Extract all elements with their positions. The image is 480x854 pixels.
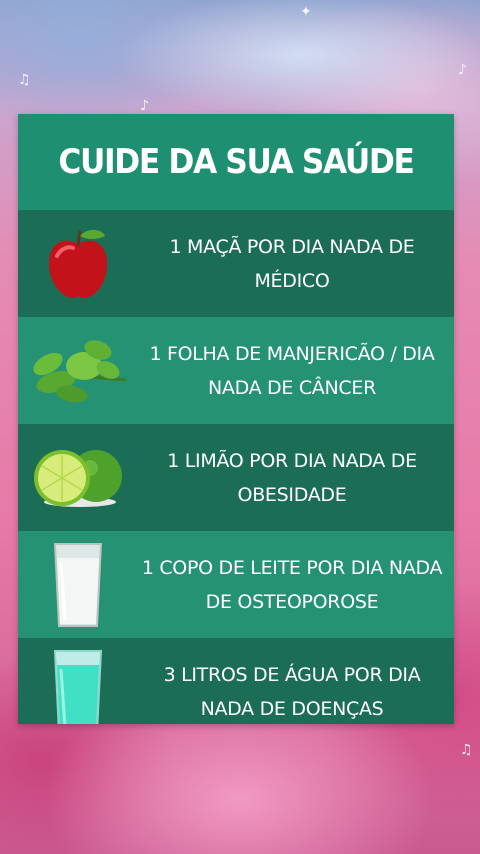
- lime-icon: [34, 449, 122, 507]
- tip-text: 1 LIMÃO POR DIA NADA DE OBESIDADE: [167, 449, 417, 506]
- page-title: CUIDE DA SUA SAÚDE: [58, 142, 414, 182]
- tip-text: 3 LITROS DE ÁGUA POR DIA NADA DE DOENÇAS: [163, 663, 421, 720]
- apple-icon: [49, 229, 107, 298]
- tip-text: 1 FOLHA DE MANJERICÃO / DIA NADA DE CÂNC…: [149, 342, 435, 399]
- water-glass-icon: [53, 649, 103, 724]
- tip-text: 1 MAÇÃ POR DIA NADA DE MÉDICO: [169, 235, 415, 292]
- music-note-icon: ♪: [140, 98, 149, 114]
- music-note-icon: ♫: [18, 72, 31, 88]
- music-note-icon: ♪: [458, 62, 467, 78]
- health-tips-card: CUIDE DA SUA SAÚDE 1 MAÇÃ POR DIA NADA D…: [18, 114, 454, 724]
- list-item: 1 COPO DE LEITE POR DIA NADA DE OSTEOPOR…: [18, 531, 454, 638]
- music-note-icon: ♫: [460, 742, 473, 758]
- list-item: 1 FOLHA DE MANJERICÃO / DIA NADA DE CÂNC…: [18, 317, 454, 424]
- milk-glass-icon: [53, 542, 103, 627]
- title-bar: CUIDE DA SUA SAÚDE: [18, 114, 454, 210]
- basil-leaf-icon: [33, 339, 127, 402]
- list-item: 1 MAÇÃ POR DIA NADA DE MÉDICO: [18, 210, 454, 317]
- tip-text: 1 COPO DE LEITE POR DIA NADA DE OSTEOPOR…: [141, 556, 443, 613]
- list-item: 3 LITROS DE ÁGUA POR DIA NADA DE DOENÇAS: [18, 638, 454, 724]
- list-item: 1 LIMÃO POR DIA NADA DE OBESIDADE: [18, 424, 454, 531]
- sparkle-icon: ✦: [300, 4, 312, 20]
